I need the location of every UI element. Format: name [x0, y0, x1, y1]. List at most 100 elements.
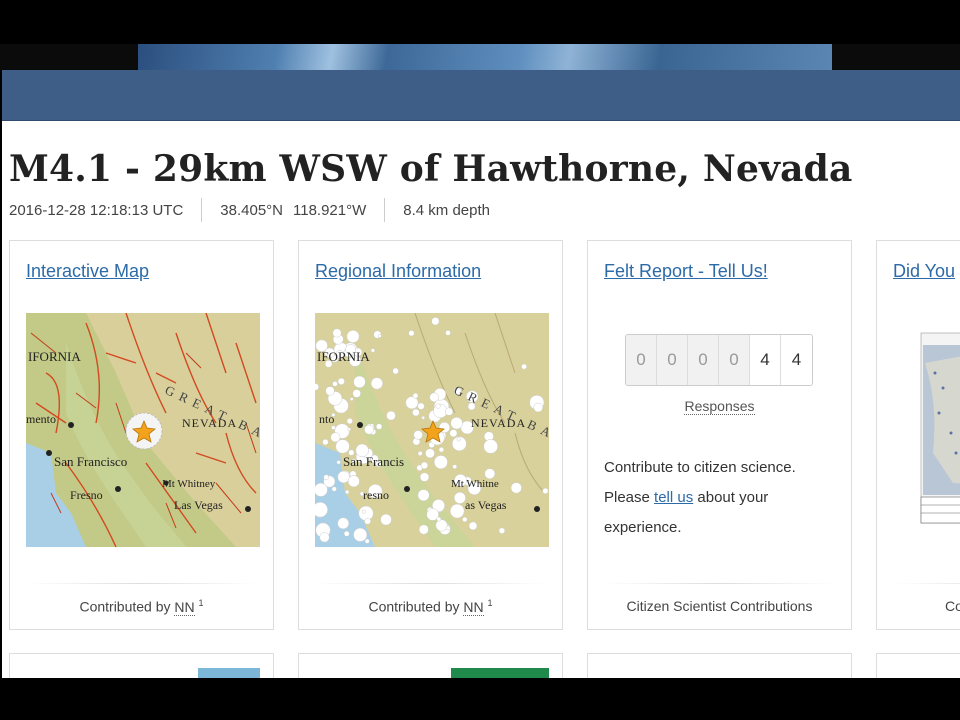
earthquake-dot — [435, 403, 441, 409]
event-metadata: 2016-12-28 12:18:13 UTC 38.405°N 118.921… — [9, 198, 490, 222]
header-banner-image — [138, 44, 832, 70]
next-row-card — [876, 653, 960, 678]
earthquake-dot — [444, 407, 454, 416]
card-footer: Co — [945, 598, 960, 614]
earthquake-dot — [449, 503, 465, 519]
interactive-map-link[interactable]: Interactive Map — [26, 261, 149, 282]
earthquake-dot — [462, 516, 468, 523]
earthquake-dot — [337, 517, 350, 530]
event-longitude: 118.921°W — [293, 201, 367, 219]
map-label-san-francisco: San Francisco — [54, 454, 127, 469]
footer-superscript: 1 — [487, 598, 493, 608]
map-label-state-nv: NEVADA — [471, 416, 526, 430]
dyfi-card[interactable]: Did You Co — [876, 240, 960, 630]
earthquake-dot — [370, 377, 383, 390]
earthquake-dot — [325, 386, 335, 396]
earthquake-dot — [438, 447, 445, 453]
earthquake-dot — [533, 402, 543, 413]
page-title: M4.1 - 29km WSW of Hawthorne, Nevada — [9, 148, 853, 190]
dyfi-map-thumbnail[interactable] — [893, 313, 960, 547]
responses-text: Responses — [684, 398, 755, 415]
map-label-sacramento: mento — [26, 412, 56, 426]
earthquake-dot — [332, 328, 342, 338]
counter-digit: 4 — [781, 335, 812, 385]
site-navbar — [2, 70, 960, 121]
earthquake-dot — [468, 521, 478, 531]
earthquake-dot — [370, 348, 376, 353]
video-bottom-bar — [0, 678, 960, 720]
earthquake-dot — [352, 389, 361, 398]
earthquake-dot — [445, 525, 451, 531]
earthquake-dot — [408, 330, 415, 337]
earthquake-dot — [417, 489, 430, 502]
earthquake-dot — [510, 482, 522, 494]
dyfi-link[interactable]: Did You — [893, 261, 955, 282]
earthquake-dot — [347, 427, 351, 432]
network-code[interactable]: NN — [174, 598, 195, 616]
earthquake-dot — [417, 402, 425, 410]
meta-divider — [201, 198, 203, 222]
tell-us-link[interactable]: tell us — [654, 489, 693, 506]
map-label-fresno: Fresno — [70, 488, 103, 502]
regional-information-link[interactable]: Regional Information — [315, 261, 481, 282]
event-latitude: 38.405°N — [220, 201, 283, 219]
earthquake-dot — [449, 429, 458, 438]
earthquake-dot — [349, 397, 354, 401]
earthquake-dot — [445, 330, 451, 336]
video-top-bar — [0, 0, 960, 44]
earthquake-dot — [332, 381, 338, 387]
interactive-map-card[interactable]: Interactive Map IFORNIA GREAT BA NEVADA — [9, 240, 274, 630]
card-divider — [604, 583, 835, 584]
map-label-state-ca: IFORNIA — [317, 349, 370, 364]
next-row-card — [587, 653, 852, 678]
card-footer: Citizen Scientist Contributions — [626, 598, 813, 614]
card-divider — [26, 583, 257, 584]
map-label-las-vegas: as Vegas — [465, 498, 507, 512]
footer-text: Contributed by — [368, 598, 460, 615]
earthquake-dot — [346, 418, 353, 425]
earthquake-dot — [353, 375, 366, 389]
earthquake-dot — [364, 424, 374, 435]
earthquake-dot — [315, 501, 328, 518]
regional-map-thumbnail[interactable]: IFORNIA GREAT BA NEVADA nto San Francis … — [315, 313, 549, 547]
felt-description: Contribute to citizen science. Please te… — [604, 453, 844, 543]
map-label-san-francisco: San Francis — [343, 454, 404, 469]
card-footer: Contributed by NN 1 — [299, 598, 562, 616]
felt-report-link[interactable]: Felt Report - Tell Us! — [604, 261, 768, 282]
earthquake-dot — [542, 487, 549, 494]
earthquake-dot — [315, 482, 328, 497]
earthquake-dot — [420, 461, 429, 470]
interactive-map-thumbnail[interactable]: IFORNIA GREAT BA NEVADA mento San Franci… — [26, 313, 260, 547]
earthquake-dot — [336, 460, 341, 465]
earthquake-dot — [323, 474, 330, 481]
next-row-card — [298, 653, 563, 678]
earthquake-dot — [452, 464, 458, 470]
earthquake-dot — [431, 317, 440, 326]
earthquake-dot — [417, 451, 423, 456]
earthquake-dot — [346, 330, 360, 343]
footer-text: Contributed by — [79, 598, 171, 615]
earthquake-dot — [498, 527, 506, 534]
response-counter: 0 0 0 0 4 4 — [625, 334, 813, 386]
card-divider — [893, 583, 960, 584]
banner-left-edge — [0, 44, 138, 70]
counter-digit: 0 — [688, 335, 719, 385]
card-divider — [315, 583, 546, 584]
card-footer: Contributed by NN 1 — [10, 598, 273, 616]
banner-right-edge — [832, 44, 960, 70]
map-label-las-vegas: Las Vegas — [174, 498, 223, 512]
felt-report-card[interactable]: Felt Report - Tell Us! 0 0 0 0 4 4 Respo… — [587, 240, 852, 630]
earthquake-dot — [456, 437, 461, 442]
footer-superscript: 1 — [198, 598, 204, 608]
counter-digit: 0 — [719, 335, 750, 385]
regional-information-card[interactable]: Regional Information IFORNIA GREAT BA NE… — [298, 240, 563, 630]
earthquake-dot — [419, 472, 430, 482]
earthquake-dot — [392, 367, 399, 375]
map-label-sacramento: nto — [319, 412, 334, 426]
earthquake-dot — [322, 438, 329, 446]
responses-label: Responses — [588, 398, 851, 415]
earthquake-dot — [361, 509, 366, 514]
network-code[interactable]: NN — [463, 598, 484, 616]
earthquake-dot — [412, 408, 420, 417]
earthquake-dot — [345, 489, 350, 495]
